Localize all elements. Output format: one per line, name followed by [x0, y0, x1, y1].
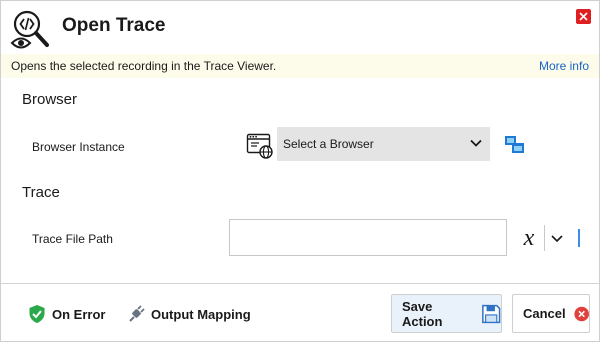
chevron-down-icon — [470, 139, 482, 147]
plug-icon — [129, 305, 145, 322]
output-mapping-label: Output Mapping — [151, 306, 251, 322]
dialog-header: Open Trace — [1, 1, 599, 53]
browser-instance-label: Browser Instance — [32, 140, 125, 154]
divider — [544, 225, 545, 251]
browser-section-title: Browser — [22, 91, 78, 108]
info-bar: Opens the selected recording in the Trac… — [1, 54, 599, 78]
cancel-button[interactable]: Cancel — [512, 294, 590, 333]
on-error-label: On Error — [52, 306, 106, 322]
action-description: Opens the selected recording in the Trac… — [11, 59, 277, 73]
more-info-link[interactable]: More info — [539, 59, 589, 73]
eye-magnifier-code-icon — [10, 10, 49, 49]
save-action-button[interactable]: Save Action — [391, 294, 502, 333]
close-button[interactable] — [576, 9, 591, 24]
footer-divider — [1, 283, 599, 284]
save-action-label: Save Action — [402, 298, 443, 329]
browser-window-icon — [246, 133, 273, 159]
scroll-indicator — [578, 229, 580, 247]
close-icon — [579, 12, 588, 21]
trace-file-path-input[interactable] — [229, 219, 507, 256]
output-mapping-button[interactable]: Output Mapping — [127, 304, 251, 324]
dialog-title: Open Trace — [62, 15, 166, 36]
browser-select[interactable]: Select a Browser — [277, 127, 490, 161]
floppy-disk-icon — [481, 304, 500, 323]
on-error-button[interactable]: On Error — [28, 304, 105, 324]
shield-check-icon — [29, 305, 45, 323]
browser-select-value: Select a Browser — [283, 137, 374, 151]
windows-icon[interactable] — [504, 135, 526, 155]
cancel-label: Cancel — [523, 306, 566, 321]
chevron-down-icon[interactable] — [550, 232, 564, 244]
trace-section-title: Trace — [22, 184, 60, 201]
close-circle-icon — [574, 306, 589, 321]
variable-button[interactable]: x — [517, 223, 541, 253]
dialog-window: Open Trace Opens the selected recording … — [0, 0, 600, 342]
trace-file-path-label: Trace File Path — [32, 232, 113, 246]
